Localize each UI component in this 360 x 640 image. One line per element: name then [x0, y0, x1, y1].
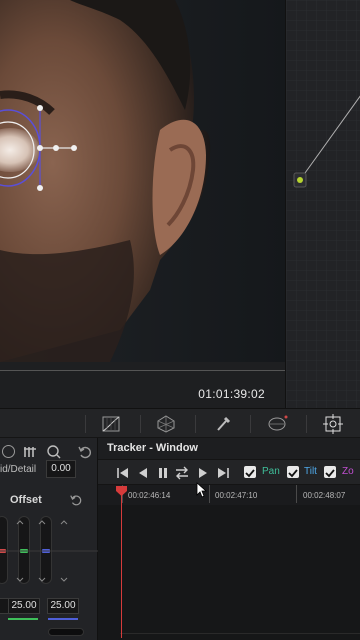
tracker-icon[interactable] [322, 414, 344, 434]
eyedropper-icon[interactable] [212, 414, 234, 434]
zoom-label: Zo [342, 466, 354, 477]
blue-offset-value[interactable]: 25.00 [47, 598, 79, 614]
zoom-checkbox[interactable] [324, 466, 336, 478]
pause-icon[interactable] [156, 466, 170, 480]
tilt-checkbox[interactable] [287, 466, 299, 478]
tracker-panel: Tracker - Window Pan Tilt Zo 00:02:46:14… [98, 438, 360, 640]
playhead-marker[interactable] [116, 486, 127, 496]
pan-label: Pan [262, 466, 280, 477]
tracker-title: Tracker - Window [107, 442, 198, 454]
mid-detail-field[interactable]: 0.00 [46, 460, 76, 478]
tracker-graph[interactable] [98, 505, 360, 640]
primaries-panel: id/Detail 0.00 Offset 25.00 25.00 [0, 438, 98, 640]
bars-icon[interactable] [22, 445, 38, 459]
offset-reset-icon[interactable] [69, 493, 83, 507]
playhead-line[interactable] [121, 488, 122, 638]
offset-label: Offset [10, 494, 42, 506]
track-forward-icon[interactable] [196, 466, 210, 480]
mid-detail-label: id/Detail [0, 464, 37, 475]
tilt-label: Tilt [304, 466, 317, 477]
mouse-cursor-icon [196, 482, 208, 498]
viewer-image [0, 0, 285, 362]
fx-icon[interactable] [155, 414, 177, 434]
bidirectional-track-icon[interactable] [175, 466, 189, 480]
graph-baseline [120, 633, 360, 634]
viewer-timecode: 01:01:39:02 [198, 387, 265, 401]
node-output-dot[interactable] [297, 177, 303, 183]
palette-toolbar [0, 408, 360, 438]
ruler-timecode: 00:02:48:07 [303, 491, 346, 500]
scrub-bar[interactable] [0, 370, 285, 371]
green-bar [8, 618, 38, 620]
tracker-controls: Pan Tilt Zo [98, 459, 360, 485]
node-graph[interactable] [285, 0, 360, 408]
blue-bar [48, 618, 78, 620]
ruler-timecode: 00:02:46:14 [128, 491, 171, 500]
track-start-icon[interactable] [116, 466, 130, 480]
curves-icon[interactable] [100, 414, 122, 434]
track-end-icon[interactable] [216, 466, 230, 480]
window-icon[interactable] [266, 414, 288, 434]
viewer-footer: 01:01:39:02 [0, 362, 285, 408]
reset-circle-icon[interactable] [2, 445, 15, 458]
viewer[interactable] [0, 0, 285, 362]
slider-arrows [0, 520, 98, 582]
ruler-timecode: 00:02:47:10 [215, 491, 258, 500]
pan-checkbox[interactable] [244, 466, 256, 478]
master-wheel[interactable] [48, 628, 84, 636]
green-offset-value[interactable]: 25.00 [8, 598, 40, 614]
undo-icon[interactable] [77, 444, 93, 460]
node-graph-canvas [286, 0, 360, 408]
timeline-ruler[interactable]: 00:02:46:14 00:02:47:10 00:02:48:07 [98, 485, 360, 505]
search-icon[interactable] [46, 444, 62, 460]
track-backward-icon[interactable] [136, 466, 150, 480]
